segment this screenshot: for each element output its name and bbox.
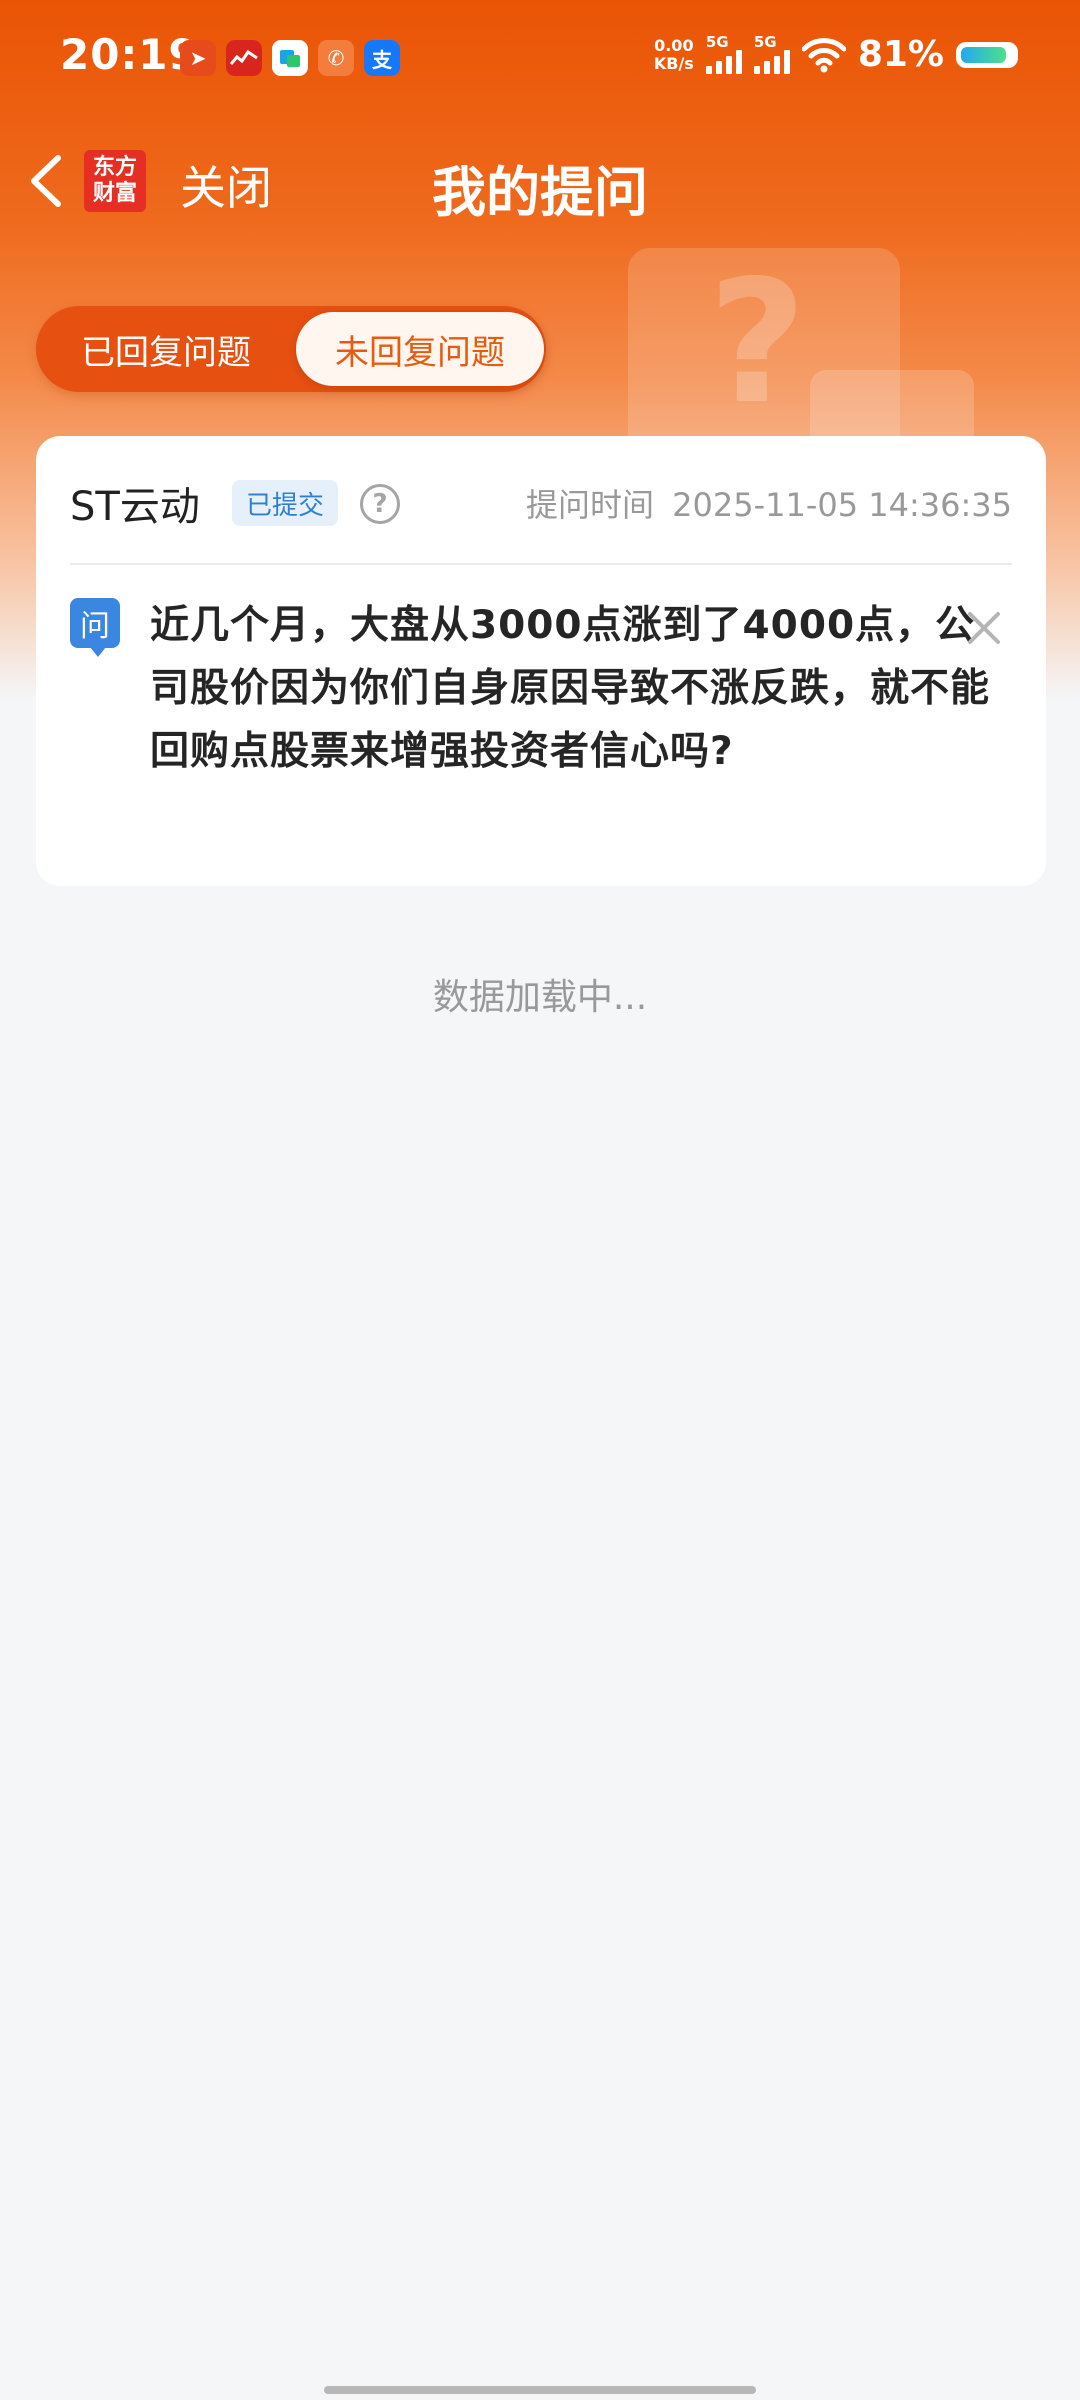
divider: [70, 563, 1012, 565]
network-speed: 0.00 KB/s: [653, 35, 694, 73]
tab-unanswered[interactable]: 未回复问题: [296, 312, 544, 386]
signal-5g-icon: 5G: [705, 35, 742, 74]
stock-name[interactable]: ST云动: [70, 474, 200, 532]
page-title: 我的提问: [432, 161, 648, 224]
status-indicators: 0.00 KB/s 5G 5G 81%: [654, 34, 1018, 75]
status-bar: 20:19 ➤ ✆ 支 0.00 KB/s 5G 5G 81%: [0, 0, 1080, 120]
question-card[interactable]: ST云动 已提交 ? 提问时间 2025-11-05 14:36:35 问 近几…: [36, 436, 1046, 886]
home-indicator[interactable]: [324, 2386, 756, 2394]
ask-time: 提问时间 2025-11-05 14:36:35: [526, 480, 1012, 526]
question-text: 近几个月，大盘从3000点涨到了4000点，公司股价因为你们自身原因导致不涨反跌…: [150, 603, 991, 774]
loading-text: 数据加载中...: [432, 977, 648, 1018]
ask-time-value: 2025-11-05 14:36:35: [672, 486, 1012, 524]
notification-icons: ➤ ✆ 支: [180, 40, 400, 76]
help-icon[interactable]: ?: [360, 484, 400, 524]
question-badge: 问: [70, 598, 120, 657]
status-badge: 已提交: [232, 480, 339, 526]
question-mark-icon: ?: [708, 244, 807, 442]
tab-answered[interactable]: 已回复问题: [42, 312, 290, 386]
wifi-icon: [801, 37, 846, 72]
clock: 20:19: [60, 30, 199, 79]
question-status-tabs: 已回复问题 未回复问题: [36, 306, 546, 392]
phone-app-icon: ✆: [318, 40, 354, 76]
battery-percentage: 81%: [857, 34, 944, 75]
stock-chart-app-icon: [226, 40, 262, 76]
battery-icon: [956, 41, 1018, 68]
close-icon[interactable]: [964, 608, 1004, 648]
alipay-icon: 支: [364, 40, 400, 76]
send-icon: ➤: [180, 40, 216, 76]
ask-time-label: 提问时间: [525, 486, 654, 524]
signal-5g-icon: 5G: [753, 35, 790, 74]
camera-app-icon: [272, 40, 308, 76]
